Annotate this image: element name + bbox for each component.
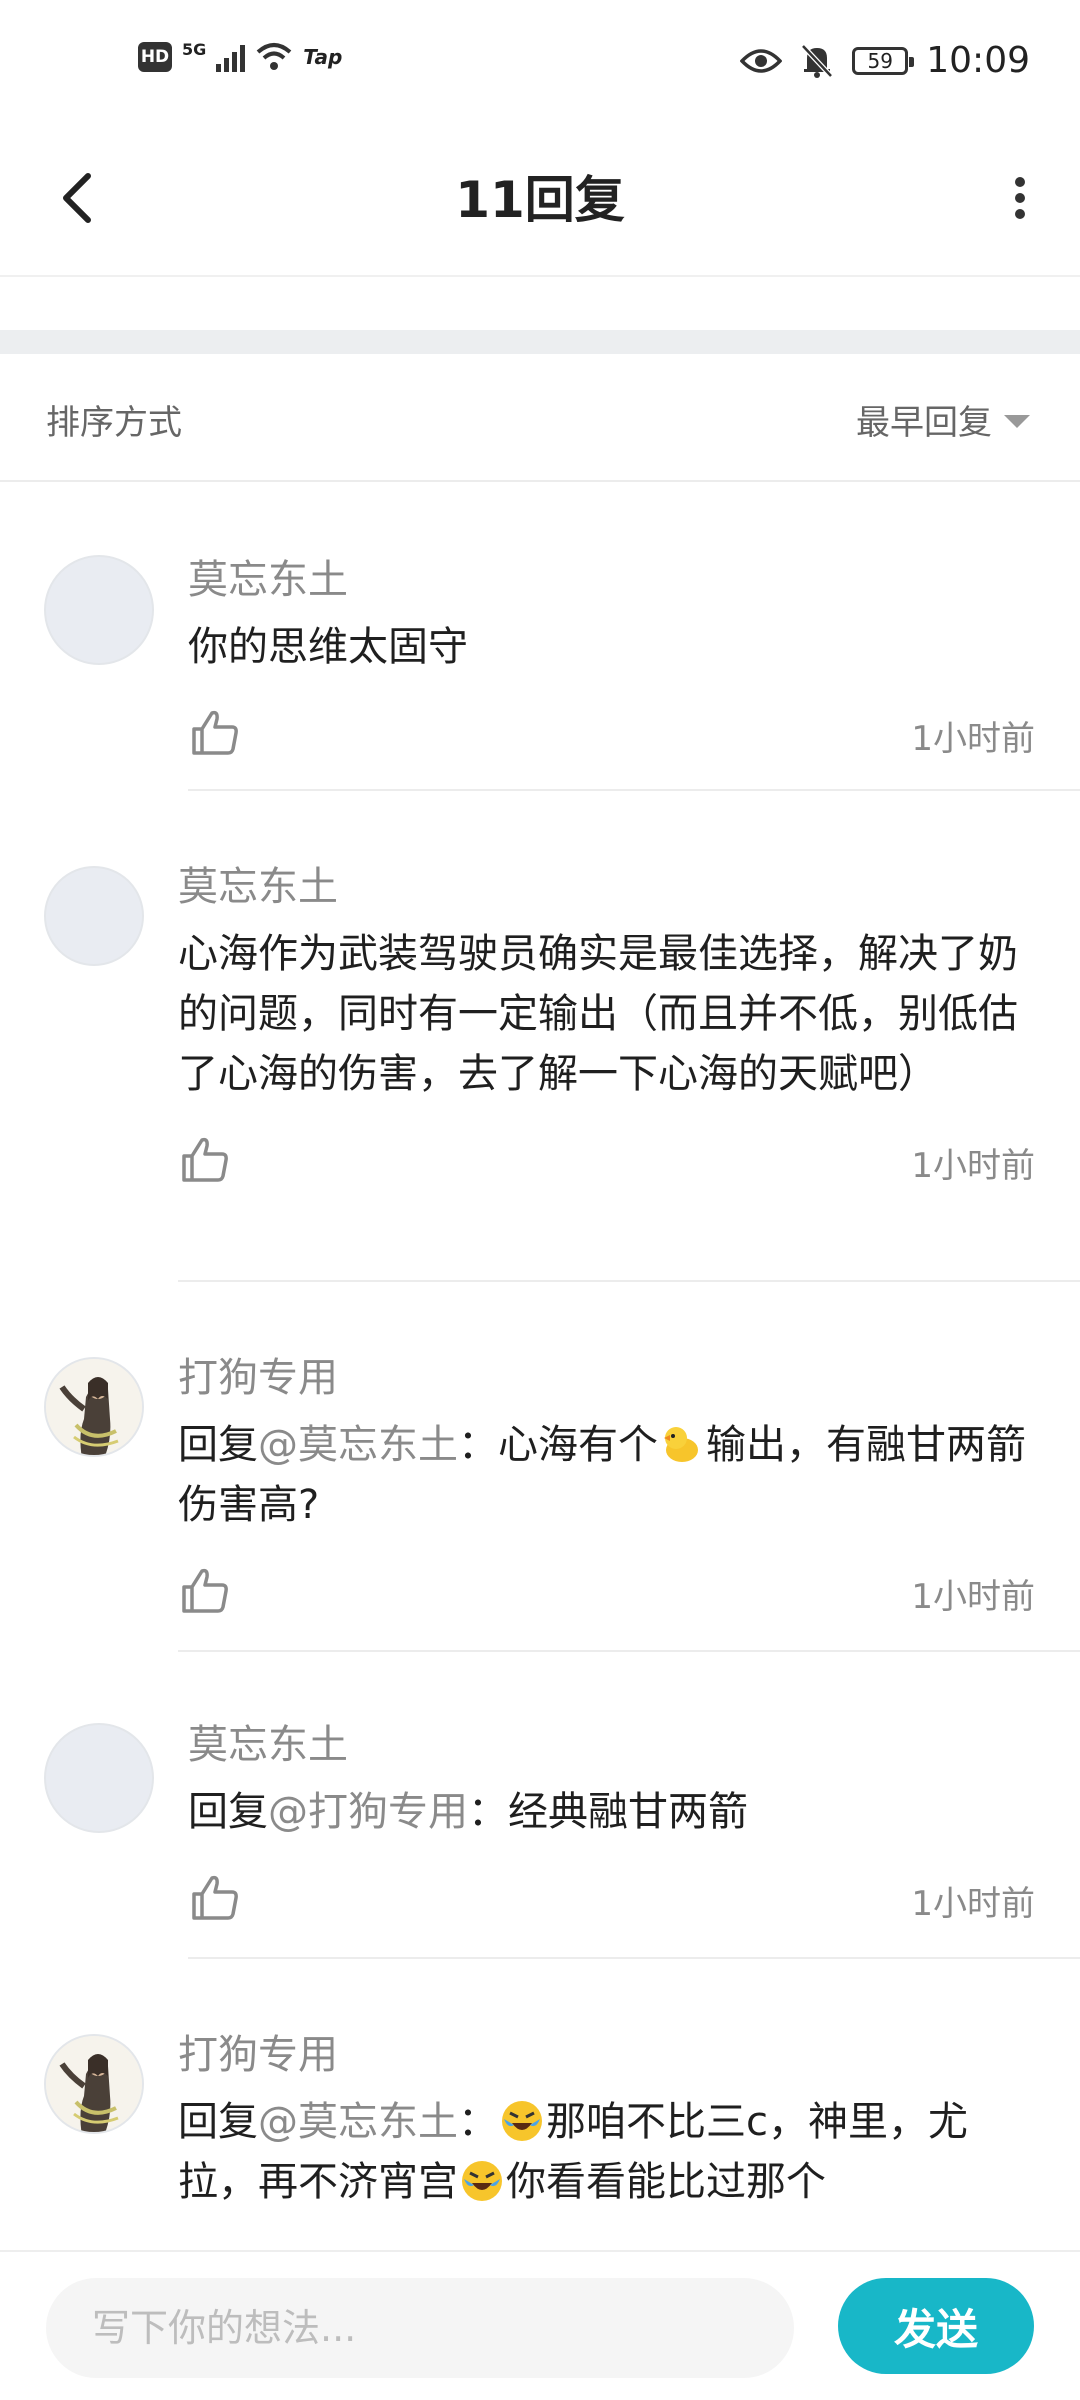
comment-username[interactable]: 莫忘东土 <box>178 862 1035 912</box>
sort-dropdown[interactable]: 最早回复 <box>856 395 1030 444</box>
caret-down-icon <box>1004 415 1030 428</box>
laugh-cry-emoji-icon <box>462 2161 502 2201</box>
more-options-button[interactable] <box>980 158 1060 238</box>
mute-bell-icon <box>801 43 834 78</box>
like-thumb-icon[interactable] <box>188 1870 242 1924</box>
comment-divider <box>188 1957 1080 1959</box>
comment-body: 莫忘东土 你的思维太固守 1小时前 <box>188 555 1035 765</box>
eye-icon <box>740 48 783 73</box>
comment-text: 回复@莫忘东土：心海有个 输出，有融甘两箭伤害高? <box>178 1415 1035 1535</box>
comment-username[interactable]: 莫忘东土 <box>188 555 1035 605</box>
chick-emoji-icon <box>664 1427 698 1462</box>
comment-divider <box>188 789 1080 791</box>
comment-text-part: ：经典融甘两箭 <box>468 1789 748 1835</box>
comment-username[interactable]: 莫忘东土 <box>188 1720 1035 1770</box>
comment-text-part: ： <box>458 2099 498 2145</box>
screen: HD 5G Tap 59 10:09 11回复 排序方式 最早回复 莫忘东土 你… <box>0 0 1080 2400</box>
app-header: 11回复 <box>0 130 1080 277</box>
hd-icon: HD <box>138 42 172 72</box>
tap-icon: Tap <box>303 45 343 69</box>
comment-divider <box>178 1650 1080 1652</box>
comment-footer: 1小时前 <box>188 705 1035 765</box>
comment-time: 1小时前 <box>911 1884 1035 1924</box>
mention-link[interactable]: @莫忘东土 <box>258 2099 458 2145</box>
comment-footer: 1小时前 <box>178 1132 1035 1192</box>
reply-prefix: 回复 <box>188 1789 268 1835</box>
like-thumb-icon[interactable] <box>188 705 242 759</box>
comment-time: 1小时前 <box>911 1577 1035 1617</box>
comment-text-part: 你看看能比过那个 <box>506 2159 826 2205</box>
comment-text: 回复@莫忘东土： 那咱不比三c，神里，尤拉，再不济宵宫 你看看能比过那个 <box>178 2092 1035 2212</box>
avatar[interactable] <box>44 1357 144 1457</box>
status-bar: HD 5G Tap 59 10:09 <box>0 0 1080 130</box>
page-title: 11回复 <box>455 171 625 229</box>
comment-text: 回复@打狗专用：经典融甘两箭 <box>188 1782 1035 1842</box>
comment-username[interactable]: 打狗专用 <box>178 1353 1035 1403</box>
reply-prefix: 回复 <box>178 2099 258 2145</box>
sort-row: 排序方式 最早回复 <box>0 355 1080 482</box>
comment-text: 心海作为武装驾驶员确实是最佳选择，解决了奶的问题，同时有一定输出（而且并不低，别… <box>178 931 1018 1097</box>
comment-username[interactable]: 打狗专用 <box>178 2030 1035 2080</box>
comment-composer: 发送 <box>0 2250 1080 2400</box>
comment-text: 你的思维太固守 <box>188 624 468 670</box>
send-button[interactable]: 发送 <box>838 2278 1034 2374</box>
comment-footer: 1小时前 <box>188 1870 1035 1930</box>
sort-label: 排序方式 <box>46 403 182 443</box>
battery-level: 59 <box>867 48 893 73</box>
user-portrait-icon <box>46 1359 142 1455</box>
comment-divider <box>178 1280 1080 1282</box>
laugh-cry-emoji-icon <box>502 2101 542 2141</box>
like-thumb-icon[interactable] <box>178 1563 232 1617</box>
like-thumb-icon[interactable] <box>178 1132 232 1186</box>
wifi-icon <box>256 43 292 70</box>
battery-icon: 59 <box>852 46 915 75</box>
comment-body: 打狗专用 回复@莫忘东土： 那咱不比三c，神里，尤拉，再不济宵宫 你看看能比过那个 <box>178 2030 1035 2212</box>
clock: 10:09 <box>926 40 1030 81</box>
comment-body: 莫忘东土 回复@打狗专用：经典融甘两箭 1小时前 <box>188 1720 1035 1930</box>
user-portrait-icon <box>46 2036 142 2132</box>
comment-time: 1小时前 <box>911 719 1035 759</box>
avatar[interactable] <box>44 555 154 665</box>
sort-selected-value: 最早回复 <box>856 403 992 443</box>
mention-link[interactable]: @莫忘东土 <box>258 1422 458 1468</box>
mention-link[interactable]: @打狗专用 <box>268 1789 468 1835</box>
more-vertical-icon <box>1015 177 1025 219</box>
status-right: 59 10:09 <box>740 40 1030 81</box>
avatar[interactable] <box>44 2034 144 2134</box>
comment-body: 打狗专用 回复@莫忘东土：心海有个 输出，有融甘两箭伤害高? 1小时前 <box>178 1353 1035 1623</box>
reply-prefix: 回复 <box>178 1422 258 1468</box>
section-divider <box>0 330 1080 354</box>
comment-text-part: ：心海有个 <box>458 1422 658 1468</box>
network-type: 5G <box>182 39 207 59</box>
avatar[interactable] <box>44 866 144 966</box>
avatar[interactable] <box>44 1723 154 1833</box>
comment-footer: 1小时前 <box>178 1563 1035 1623</box>
status-left: HD 5G Tap <box>138 39 343 72</box>
comment-time: 1小时前 <box>911 1146 1035 1186</box>
comment-body: 莫忘东土 心海作为武装驾驶员确实是最佳选择，解决了奶的问题，同时有一定输出（而且… <box>178 862 1035 1192</box>
comment-input[interactable] <box>46 2278 794 2378</box>
signal-icon <box>216 42 246 72</box>
